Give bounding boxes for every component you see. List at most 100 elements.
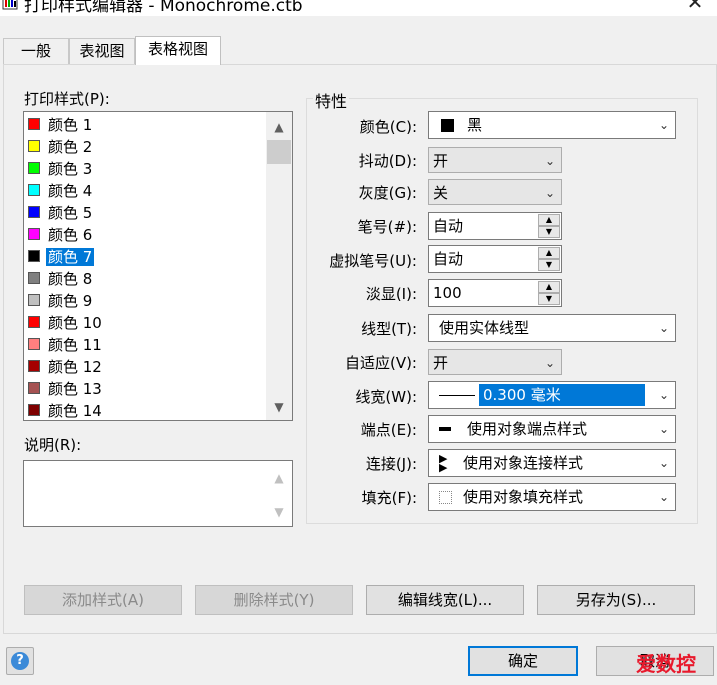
edit-lineweights-button[interactable]: 编辑线宽(L)...: [366, 585, 524, 615]
spin-down-icon[interactable]: ▼: [538, 293, 560, 305]
black-swatch: [441, 119, 454, 132]
list-item-label: 颜色 9: [48, 292, 93, 310]
spin-down-icon[interactable]: ▼: [538, 259, 560, 271]
scroll-down-icon: ▼: [274, 505, 284, 519]
lineweight-select[interactable]: 0.300 毫米 ⌄: [428, 381, 676, 409]
linetype-select[interactable]: 使用实体线型 ⌄: [428, 314, 676, 342]
joinstyle-value: 使用对象连接样式: [463, 454, 584, 472]
adaptive-value: 开: [433, 354, 449, 372]
tab-general[interactable]: 一般: [3, 38, 69, 64]
ok-button[interactable]: 确定: [468, 646, 578, 676]
list-item[interactable]: 颜色 6: [28, 224, 94, 246]
chevron-down-icon: ⌄: [658, 118, 669, 132]
tab-form-view[interactable]: 表视图: [69, 38, 135, 64]
list-item[interactable]: 颜色 10: [28, 312, 104, 334]
pen-stepper[interactable]: 自动 ▲ ▼: [428, 212, 562, 240]
list-item-label: 颜色 3: [48, 160, 93, 178]
list-item[interactable]: 颜色 5: [28, 202, 94, 224]
fillstyle-select[interactable]: 使用对象填充样式 ⌄: [428, 483, 676, 511]
endstyle-label: 端点(E):: [360, 421, 417, 439]
close-icon[interactable]: ✕: [680, 0, 710, 12]
spin-down-icon[interactable]: ▼: [538, 226, 560, 238]
scroll-thumb[interactable]: [267, 140, 291, 164]
screening-stepper[interactable]: 100 ▲ ▼: [428, 279, 562, 307]
color-swatch: [28, 162, 40, 174]
list-item[interactable]: 颜色 11: [28, 334, 104, 356]
list-item[interactable]: 颜色 2: [28, 136, 94, 158]
dither-label: 抖动(D):: [358, 152, 417, 170]
dither-select: 开 ⌄: [428, 147, 562, 173]
color-label: 颜色(C):: [359, 118, 417, 136]
list-item-label: 颜色 11: [48, 336, 102, 354]
color-swatch: [28, 316, 40, 328]
fill-icon: [439, 491, 452, 504]
color-swatch: [28, 250, 40, 262]
pen-value: 自动: [433, 217, 464, 235]
list-item[interactable]: 颜色 13: [28, 378, 104, 400]
list-item[interactable]: 颜色 9: [28, 290, 94, 312]
color-swatch: [28, 118, 40, 130]
virtual-pen-label: 虚拟笔号(U):: [329, 252, 417, 270]
spin-up-icon[interactable]: ▲: [538, 247, 560, 259]
list-item-label: 颜色 8: [48, 270, 93, 288]
screening-label: 淡显(I):: [365, 285, 417, 303]
description-scrollbar: ▲ ▼: [266, 461, 292, 526]
list-item-label: 颜色 7: [44, 247, 96, 267]
title-bar: 打印样式编辑器 - Monochrome.ctb ✕: [0, 0, 717, 16]
spin-up-icon[interactable]: ▲: [538, 281, 560, 293]
description-label: 说明(R):: [24, 436, 82, 454]
virtual-pen-value: 自动: [433, 250, 464, 268]
list-item[interactable]: 颜色 12: [28, 356, 104, 378]
color-swatch: [28, 382, 40, 394]
lineweight-value: 0.300 毫米: [479, 384, 645, 406]
list-item[interactable]: 颜色 1: [28, 114, 94, 136]
color-swatch: [28, 338, 40, 350]
endstyle-value: 使用对象端点样式: [467, 420, 588, 438]
color-swatch: [28, 272, 40, 284]
list-item[interactable]: 颜色 7: [28, 246, 96, 268]
fillstyle-value: 使用对象填充样式: [463, 488, 584, 506]
scroll-up-icon[interactable]: ▲: [266, 116, 292, 138]
tab-table-view[interactable]: 表格视图: [135, 36, 221, 65]
grayscale-label: 灰度(G):: [358, 184, 417, 202]
spin-up-icon[interactable]: ▲: [538, 214, 560, 226]
list-item[interactable]: 颜色 8: [28, 268, 94, 290]
scroll-down-icon[interactable]: ▼: [266, 396, 292, 418]
properties-title: 特性: [313, 88, 350, 112]
dither-value: 开: [433, 152, 449, 170]
adaptive-select: 开 ⌄: [428, 349, 562, 375]
chevron-down-icon: ⌄: [544, 154, 555, 168]
save-as-button[interactable]: 另存为(S)...: [537, 585, 695, 615]
chevron-down-icon: ⌄: [544, 356, 555, 370]
joinstyle-select[interactable]: ▶ ▶ 使用对象连接样式 ⌄: [428, 449, 676, 477]
color-swatch: [28, 360, 40, 372]
endstyle-select[interactable]: 使用对象端点样式 ⌄: [428, 415, 676, 443]
virtual-pen-stepper[interactable]: 自动 ▲ ▼: [428, 245, 562, 273]
add-style-button[interactable]: 添加样式(A): [24, 585, 182, 615]
grayscale-select: 关 ⌄: [428, 179, 562, 205]
description-field[interactable]: ▲ ▼: [23, 460, 293, 527]
app-icon: [2, 0, 18, 10]
list-item-label: 颜色 14: [48, 402, 102, 420]
help-button[interactable]: ?: [6, 647, 34, 675]
list-item[interactable]: 颜色 4: [28, 180, 94, 202]
color-swatch: [28, 206, 40, 218]
chevron-down-icon: ⌄: [658, 456, 669, 470]
chevron-down-icon: ⌄: [658, 422, 669, 436]
print-styles-list[interactable]: 颜色 1 颜色 2 颜色 3 颜色 4 颜色 5 颜色 6 颜色 7 颜色 8 颜色 9 颜色 1…: [23, 111, 293, 421]
color-swatch: [28, 228, 40, 240]
delete-style-button[interactable]: 删除样式(Y): [195, 585, 353, 615]
list-item[interactable]: 颜色 14: [28, 400, 104, 420]
list-item[interactable]: 颜色 3: [28, 158, 94, 180]
lineweight-sample: [439, 395, 475, 396]
list-item-label: 颜色 13: [48, 380, 102, 398]
adaptive-label: 自适应(V):: [344, 354, 417, 372]
chevron-down-icon: ⌄: [544, 186, 555, 200]
list-item-label: 颜色 1: [48, 116, 93, 134]
linetype-label: 线型(T):: [361, 320, 417, 338]
color-select[interactable]: 黑 ⌄: [428, 111, 676, 139]
scroll-up-icon: ▲: [274, 471, 284, 485]
list-item-label: 颜色 12: [48, 358, 102, 376]
list-item-label: 颜色 5: [48, 204, 93, 222]
list-scrollbar[interactable]: ▲ ▼: [266, 112, 292, 420]
